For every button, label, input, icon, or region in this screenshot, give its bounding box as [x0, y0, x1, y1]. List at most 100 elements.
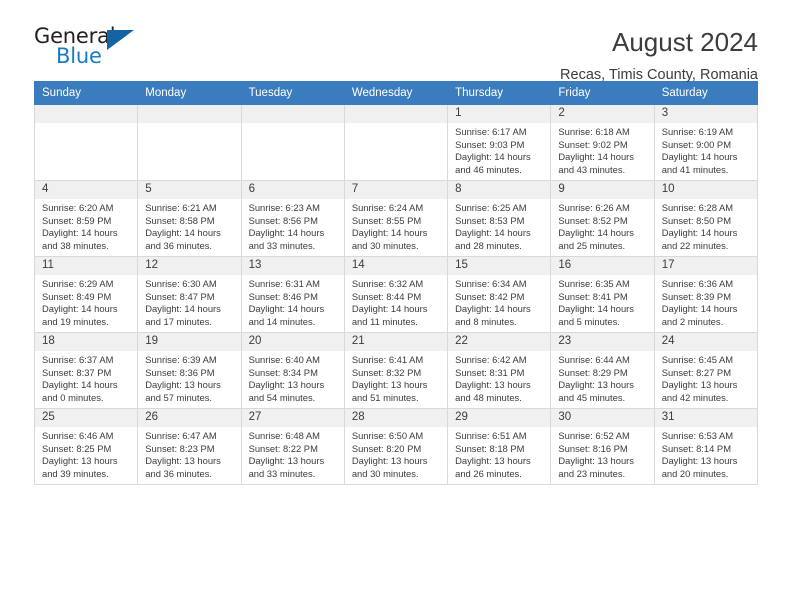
day-sun-info: Sunrise: 6:18 AM Sunset: 9:02 PM Daylight:… — [551, 123, 653, 176]
calendar-day-cell[interactable]: 27 Sunrise: 6:48 AM Sunset: 8:22 PM Dayligh… — [240, 408, 345, 485]
calendar-day-cell[interactable]: 8 Sunrise: 6:25 AM Sunset: 8:53 PM Daylight… — [447, 180, 552, 257]
calendar-day-cell[interactable]: 3 Sunrise: 6:19 AM Sunset: 9:00 PM Daylight… — [653, 104, 759, 181]
sunset-text: Sunset: 8:36 PM — [145, 366, 215, 378]
calendar-day-cell[interactable]: 10 Sunrise: 6:28 AM Sunset: 8:50 PM Dayligh… — [653, 180, 759, 257]
sunrise-text: Sunrise: 6:28 AM — [661, 202, 734, 213]
calendar-day-cell[interactable]: 22 Sunrise: 6:42 AM Sunset: 8:31 PM Dayligh… — [447, 332, 552, 409]
daylight-text-line2: and 0 minutes. — [42, 391, 104, 403]
daylight-text-line2: and 5 minutes. — [558, 315, 620, 327]
day-number: 9 — [551, 181, 654, 199]
page-subtitle: Recas, Timis County, Romania — [560, 66, 758, 83]
daylight-text-line2: and 51 minutes. — [351, 391, 419, 403]
sunset-text: Sunset: 8:50 PM — [661, 214, 731, 226]
sunrise-text: Sunrise: 6:42 AM — [455, 354, 527, 365]
calendar-day-cell[interactable]: 9 Sunrise: 6:26 AM Sunset: 8:52 PM Daylight… — [550, 180, 655, 257]
calendar-day-cell[interactable]: 31 Sunrise: 6:53 AM Sunset: 8:14 PM Dayligh… — [653, 408, 759, 485]
sunset-text: Sunset: 8:53 PM — [455, 214, 525, 226]
sunrise-text: Sunrise: 6:47 AM — [145, 430, 217, 441]
daylight-text-line2: and 30 minutes. — [351, 467, 419, 479]
daylight-text-line2: and 28 minutes. — [455, 239, 522, 251]
day-sun-info: Sunrise: 6:51 AM Sunset: 8:18 PM Daylight:… — [448, 427, 550, 480]
daylight-text-line1: Daylight: 14 hours — [558, 151, 634, 163]
day-sun-info: Sunrise: 6:26 AM Sunset: 8:52 PM Daylight:… — [551, 199, 653, 252]
sunrise-text: Sunrise: 6:19 AM — [661, 126, 734, 137]
calendar-day-cell[interactable]: 5 Sunrise: 6:21 AM Sunset: 8:58 PM Daylight… — [137, 180, 242, 257]
calendar-day-cell[interactable]: 6 Sunrise: 6:23 AM Sunset: 8:56 PM Daylight… — [240, 180, 345, 257]
sunset-text: Sunset: 8:27 PM — [661, 366, 731, 378]
daylight-text-line1: Daylight: 14 hours — [558, 227, 634, 239]
daylight-text-line2: and 22 minutes. — [661, 239, 729, 251]
day-number: 5 — [138, 181, 241, 199]
calendar-day-cell[interactable]: 21 Sunrise: 6:41 AM Sunset: 8:32 PM Dayligh… — [343, 332, 449, 409]
sunrise-text: Sunrise: 6:23 AM — [248, 202, 320, 213]
daylight-text-line2: and 25 minutes. — [558, 239, 626, 251]
daylight-text-line1: Daylight: 14 hours — [455, 227, 531, 239]
weekday-header-monday: Monday — [137, 81, 242, 105]
calendar-day-cell[interactable]: 23 Sunrise: 6:44 AM Sunset: 8:29 PM Dayligh… — [550, 332, 655, 409]
calendar-grid: Sunday Monday Tuesday Wednesday Thursday… — [33, 81, 759, 485]
calendar-day-cell-empty — [33, 104, 139, 181]
calendar-day-cell[interactable]: 20 Sunrise: 6:40 AM Sunset: 8:34 PM Dayligh… — [240, 332, 345, 409]
day-number: 23 — [551, 333, 654, 351]
daylight-text-line2: and 42 minutes. — [661, 391, 729, 403]
calendar-week-row: 1 Sunrise: 6:17 AM Sunset: 9:03 PM Daylight… — [33, 104, 759, 181]
calendar-day-cell[interactable]: 16 Sunrise: 6:35 AM Sunset: 8:41 PM Dayligh… — [550, 256, 655, 333]
calendar-day-cell[interactable]: 24 Sunrise: 6:45 AM Sunset: 8:27 PM Dayligh… — [653, 332, 759, 409]
daylight-text-line2: and 46 minutes. — [455, 163, 522, 175]
calendar-day-cell[interactable]: 11 Sunrise: 6:29 AM Sunset: 8:49 PM Dayligh… — [33, 256, 139, 333]
daylight-text-line1: Daylight: 13 hours — [351, 455, 428, 467]
calendar-day-cell[interactable]: 25 Sunrise: 6:46 AM Sunset: 8:25 PM Dayligh… — [33, 408, 139, 485]
calendar-day-cell[interactable]: 14 Sunrise: 6:32 AM Sunset: 8:44 PM Dayligh… — [343, 256, 449, 333]
sunset-text: Sunset: 8:29 PM — [558, 366, 628, 378]
calendar-day-cell[interactable]: 19 Sunrise: 6:39 AM Sunset: 8:36 PM Dayligh… — [137, 332, 242, 409]
day-number: 15 — [448, 257, 551, 275]
day-sun-info: Sunrise: 6:53 AM Sunset: 8:14 PM Daylight:… — [655, 427, 757, 480]
calendar-day-cell[interactable]: 30 Sunrise: 6:52 AM Sunset: 8:16 PM Dayligh… — [550, 408, 655, 485]
calendar-day-cell[interactable]: 13 Sunrise: 6:31 AM Sunset: 8:46 PM Dayligh… — [240, 256, 345, 333]
day-sun-info: Sunrise: 6:25 AM Sunset: 8:53 PM Daylight:… — [448, 199, 550, 252]
day-number: 7 — [344, 181, 448, 199]
page-title: August 2024 — [611, 27, 758, 57]
day-number: 24 — [654, 333, 757, 351]
day-sun-info: Sunrise: 6:20 AM Sunset: 8:59 PM Daylight:… — [35, 199, 137, 252]
daylight-text-line2: and 57 minutes. — [145, 391, 212, 403]
calendar-day-cell[interactable]: 17 Sunrise: 6:36 AM Sunset: 8:39 PM Dayligh… — [653, 256, 759, 333]
sunset-text: Sunset: 8:46 PM — [248, 290, 318, 302]
calendar-day-cell-empty — [240, 104, 345, 181]
sunset-text: Sunset: 8:55 PM — [351, 214, 422, 226]
brand-logo[interactable]: General Blue — [34, 26, 154, 72]
day-number: 4 — [35, 181, 138, 199]
day-number — [344, 105, 448, 123]
sunrise-text: Sunrise: 6:21 AM — [145, 202, 217, 213]
sunrise-text: Sunrise: 6:26 AM — [558, 202, 630, 213]
daylight-text-line2: and 17 minutes. — [145, 315, 212, 327]
daylight-text-line2: and 38 minutes. — [42, 239, 109, 251]
sunrise-text: Sunrise: 6:51 AM — [455, 430, 527, 441]
daylight-text-line1: Daylight: 14 hours — [455, 151, 531, 163]
calendar-day-cell[interactable]: 7 Sunrise: 6:24 AM Sunset: 8:55 PM Daylight… — [343, 180, 449, 257]
day-number: 18 — [35, 333, 138, 351]
calendar-day-cell[interactable]: 26 Sunrise: 6:47 AM Sunset: 8:23 PM Dayligh… — [137, 408, 242, 485]
sunrise-text: Sunrise: 6:45 AM — [661, 354, 734, 365]
calendar-day-cell[interactable]: 28 Sunrise: 6:50 AM Sunset: 8:20 PM Dayligh… — [343, 408, 449, 485]
sunrise-text: Sunrise: 6:25 AM — [455, 202, 527, 213]
day-sun-info: Sunrise: 6:36 AM Sunset: 8:39 PM Daylight:… — [655, 275, 757, 328]
day-sun-info: Sunrise: 6:40 AM Sunset: 8:34 PM Daylight:… — [242, 351, 344, 404]
sunset-text: Sunset: 8:37 PM — [42, 366, 112, 378]
calendar-day-cell[interactable]: 1 Sunrise: 6:17 AM Sunset: 9:03 PM Daylight… — [447, 104, 552, 181]
day-number: 21 — [344, 333, 448, 351]
sunrise-text: Sunrise: 6:41 AM — [351, 354, 424, 365]
calendar-day-cell[interactable]: 4 Sunrise: 6:20 AM Sunset: 8:59 PM Daylight… — [33, 180, 139, 257]
daylight-text-line1: Daylight: 14 hours — [248, 227, 325, 239]
calendar-day-cell[interactable]: 29 Sunrise: 6:51 AM Sunset: 8:18 PM Dayligh… — [447, 408, 552, 485]
calendar-day-cell[interactable]: 2 Sunrise: 6:18 AM Sunset: 9:02 PM Daylight… — [550, 104, 655, 181]
sunrise-text: Sunrise: 6:18 AM — [558, 126, 630, 137]
daylight-text-line1: Daylight: 13 hours — [661, 379, 738, 391]
day-number: 13 — [241, 257, 344, 275]
calendar-day-cell[interactable]: 15 Sunrise: 6:34 AM Sunset: 8:42 PM Dayligh… — [447, 256, 552, 333]
day-sun-info: Sunrise: 6:17 AM Sunset: 9:03 PM Daylight:… — [448, 123, 550, 176]
calendar-day-cell[interactable]: 12 Sunrise: 6:30 AM Sunset: 8:47 PM Dayligh… — [137, 256, 242, 333]
daylight-text-line1: Daylight: 13 hours — [145, 379, 221, 391]
calendar-day-cell[interactable]: 18 Sunrise: 6:37 AM Sunset: 8:37 PM Dayligh… — [33, 332, 139, 409]
daylight-text-line2: and 30 minutes. — [351, 239, 419, 251]
